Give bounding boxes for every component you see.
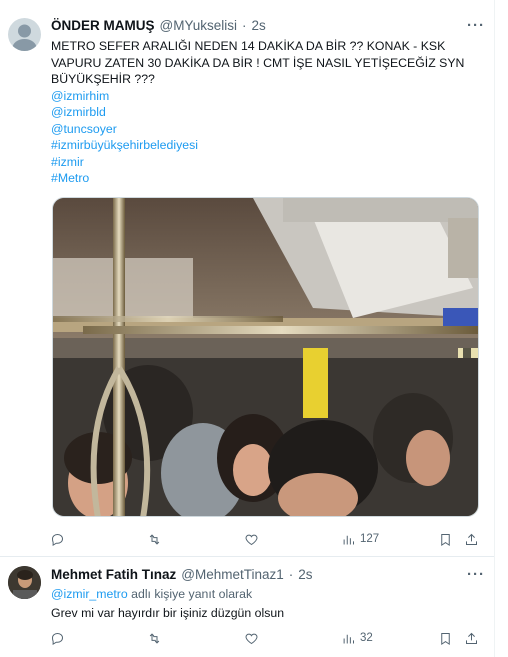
views-button[interactable]: 127 [341,528,379,550]
more-icon[interactable]: ··· [466,565,486,583]
tweet-header: Mehmet Fatih Tınaz @MehmetTinaz1 · 2s [51,567,313,582]
author-handle[interactable]: @MehmetTinaz1 [181,567,284,582]
share-button[interactable] [464,528,479,550]
tweet-photo[interactable] [52,197,479,517]
timestamp[interactable]: 2s [251,18,265,33]
reply-icon [51,632,64,645]
share-icon [466,632,477,644]
bookmark-button[interactable] [438,627,453,649]
retweet-button[interactable] [147,627,162,649]
author-name[interactable]: ÖNDER MAMUŞ [51,18,155,33]
tweet-actions: 127 [50,528,482,550]
views-icon [343,634,354,643]
tweet-body: METRO SEFER ARALIĞI NEDEN 14 DAKİKA DA B… [51,39,465,86]
author-handle[interactable]: @MYukselisi [160,18,237,33]
tweet-actions: 32 [50,627,482,649]
timeline-border [494,0,495,657]
tweet[interactable]: ÖNDER MAMUŞ @MYukselisi · 2s ··· METRO S… [0,8,494,556]
more-icon[interactable]: ··· [466,16,486,34]
mention-link[interactable]: @izmirhim [51,88,481,105]
reply-button[interactable] [50,627,65,649]
avatar[interactable] [8,566,41,599]
like-button[interactable] [244,627,259,649]
separator: · [288,567,294,582]
reply-context-label: adlı kişiye yanıt olarak [127,587,253,601]
like-icon [245,534,258,545]
reply-button[interactable] [50,528,65,550]
tweet-text: METRO SEFER ARALIĞI NEDEN 14 DAKİKA DA B… [51,38,481,187]
mention-link[interactable]: @tuncsoyer [51,121,481,138]
views-button[interactable]: 32 [341,627,373,649]
like-button[interactable] [244,528,259,550]
hashtag-link[interactable]: #izmir [51,154,481,171]
views-icon [343,535,354,544]
hashtag-link[interactable]: #izmirbüyükşehirbelediyesi [51,137,481,154]
reply-context: @izmir_metro adlı kişiye yanıt olarak [51,587,252,601]
separator: · [241,18,247,33]
reply-icon [51,533,64,546]
bookmark-icon [441,632,450,645]
retweet-icon [149,533,160,545]
tweet-text: Grev mi var hayırdır bir işiniz düzgün o… [51,606,285,620]
bookmark-button[interactable] [438,528,453,550]
tweet-header: ÖNDER MAMUŞ @MYukselisi · 2s [51,18,266,33]
mention-link[interactable]: @izmirbld [51,104,481,121]
timestamp[interactable]: 2s [298,567,312,582]
avatar[interactable] [8,18,41,51]
retweet-button[interactable] [147,528,162,550]
share-button[interactable] [464,627,479,649]
share-icon [466,533,477,545]
author-name[interactable]: Mehmet Fatih Tınaz [51,567,176,582]
bookmark-icon [441,533,450,546]
views-count: 32 [360,632,373,644]
hashtag-link[interactable]: #Metro [51,170,481,187]
views-count: 127 [360,533,380,545]
mention-link[interactable]: @izmir_metro [51,587,128,601]
like-icon [245,633,258,644]
retweet-icon [149,632,160,644]
tweet[interactable]: Mehmet Fatih Tınaz @MehmetTinaz1 · 2s ··… [0,556,494,657]
